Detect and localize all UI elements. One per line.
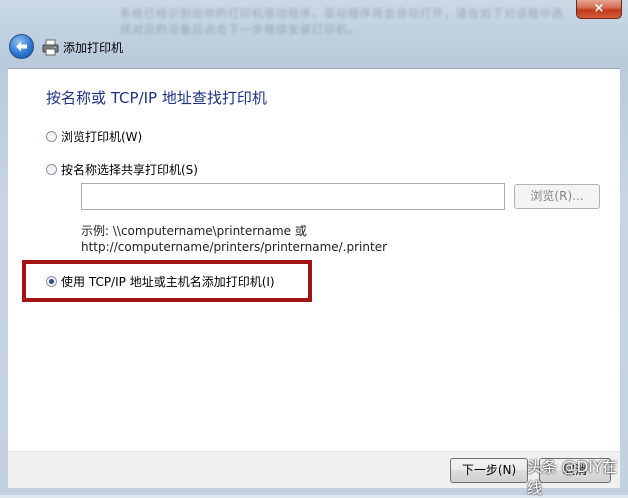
highlight-box xyxy=(22,260,312,302)
option-shared[interactable]: 按名称选择共享打印机(S) xyxy=(46,161,198,178)
wizard-content: 按名称或 TCP/IP 地址查找打印机 浏览打印机(W) 按名称选择共享打印机(… xyxy=(8,68,620,452)
printer-icon xyxy=(42,39,59,55)
close-button[interactable]: × xyxy=(576,0,622,19)
window-frame: 系统已经识别出你的打印机驱动程序，驱动程序将会自动打开，请在如下对话框中选择对应… xyxy=(0,0,628,497)
next-button[interactable]: 下一步(N) xyxy=(450,458,528,483)
option-browse-label: 浏览打印机(W) xyxy=(61,130,143,144)
background-text: 系统已经识别出你的打印机驱动程序，驱动程序将会自动打开，请在如下对话框中选择对应… xyxy=(120,7,564,36)
example-line-2: http://computername/printers/printername… xyxy=(81,240,388,254)
page-heading: 按名称或 TCP/IP 地址查找打印机 xyxy=(46,89,267,107)
dialog-title: 添加打印机 xyxy=(42,38,123,56)
option-browse[interactable]: 浏览打印机(W) xyxy=(46,128,142,145)
back-arrow-icon xyxy=(16,41,27,52)
option-shared-label: 按名称选择共享打印机(S) xyxy=(61,163,198,177)
radio-browse[interactable] xyxy=(46,131,57,142)
example-line-1: 示例: \\computername\printername 或 xyxy=(81,224,307,238)
dialog-title-text: 添加打印机 xyxy=(63,40,124,55)
watermark: 头条 @DIY在线 xyxy=(527,458,617,497)
shared-printer-input[interactable] xyxy=(81,183,505,210)
radio-shared[interactable] xyxy=(46,164,57,175)
close-icon: × xyxy=(593,1,605,16)
back-button[interactable] xyxy=(9,34,34,59)
browse-button[interactable]: 浏览(R)... xyxy=(514,184,600,209)
